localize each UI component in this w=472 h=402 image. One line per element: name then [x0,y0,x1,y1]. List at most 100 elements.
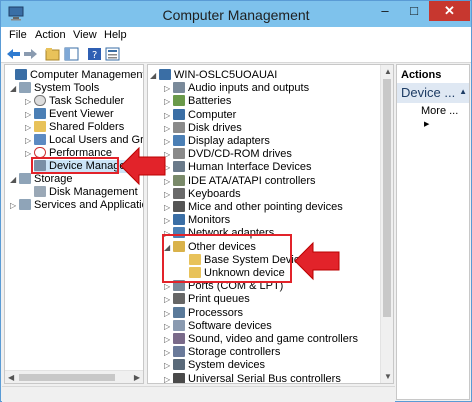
actions-pane: Actions Device ... ▲ More ... ▶ [396,64,470,400]
scroll-down-icon[interactable]: ▼ [384,372,392,381]
computer-icon [159,69,171,80]
expand-arrow-icon[interactable]: ▷ [164,346,173,359]
tree-item-storage[interactable]: ◢ Storage [10,173,73,186]
device-node-mice[interactable]: ▷ Mice and other pointing devices [164,201,343,214]
device-node-monitors[interactable]: ▷ Monitors [164,214,230,227]
actions-header: Actions [397,65,469,83]
device-node-system-devices[interactable]: ▷ System devices [164,359,265,372]
expand-arrow-icon[interactable]: ▷ [164,122,173,135]
tree-label: Computer Management (Loca [30,69,144,81]
device-node-keyboards[interactable]: ▷ Keyboards [164,187,241,201]
battery-icon [173,95,185,107]
collapse-arrow-icon[interactable]: ◢ [10,82,19,95]
title-bar[interactable]: Computer Management – □ ✕ [1,1,471,27]
expand-arrow-icon[interactable]: ▷ [164,307,173,320]
device-node-display-adapters[interactable]: ▷ Display adapters [164,135,270,148]
expand-arrow-icon[interactable]: ▷ [25,121,34,134]
menu-help[interactable]: Help [104,29,127,41]
scroll-thumb[interactable] [383,79,391,317]
tree-item-system-tools[interactable]: ◢ System Tools [10,82,99,95]
expand-arrow-icon[interactable]: ▷ [164,320,173,333]
device-node-dvd-cd-rom[interactable]: ▷ DVD/CD-ROM drives [164,148,292,161]
disk-icon [34,186,46,197]
tree-item-task-scheduler[interactable]: ▷ Task Scheduler [25,95,124,108]
usb-icon [173,372,185,383]
more-actions-link[interactable]: More ... ▶ [421,105,469,129]
tree-item-shared-folders[interactable]: ▷ Shared Folders [25,121,124,134]
tree-item-services-applications[interactable]: ▷ Services and Applications [10,199,143,212]
device-node-root[interactable]: ◢ WIN-OSLC5UOAUAI [150,69,277,82]
disk-drive-icon [173,121,185,133]
tree-label: Shared Folders [49,121,125,133]
tree-item-computer-management[interactable]: Computer Management (Loca [6,69,144,82]
expand-arrow-icon[interactable]: ▷ [164,214,173,227]
device-node-sound-video-game[interactable]: ▷ Sound, video and game controllers [164,333,358,346]
expand-arrow-icon[interactable]: ▷ [164,188,173,201]
device-node-software-devices[interactable]: ▷ Software devices [164,319,272,333]
device-label: Mice and other pointing devices [188,201,343,213]
tree-item-event-viewer[interactable]: ▷ Event Viewer [25,108,114,121]
show-tree-icon[interactable] [64,47,79,61]
actions-section-device-manager[interactable]: Device ... ▲ [397,83,469,103]
minimize-button[interactable]: – [371,1,399,21]
device-node-ide-ata[interactable]: ▷ IDE ATA/ATAPI controllers [164,174,316,188]
expand-arrow-icon[interactable]: ▷ [164,373,173,383]
expand-arrow-icon[interactable]: ▷ [164,95,173,108]
expand-arrow-icon[interactable]: ▷ [25,95,34,108]
help-icon[interactable]: ? [87,47,102,61]
processor-icon [173,306,185,318]
device-node-disk-drives[interactable]: ▷ Disk drives [164,121,242,135]
hid-icon [173,161,185,173]
up-folder-icon[interactable] [45,47,60,61]
forward-arrow-icon[interactable] [23,47,38,61]
submenu-arrow-icon: ▶ [424,121,430,128]
device-label: Computer [188,108,237,121]
device-node-audio[interactable]: ▷ Audio inputs and outputs [164,82,309,95]
menu-view[interactable]: View [73,29,97,41]
expand-arrow-icon[interactable]: ▷ [164,82,173,95]
dvd-drive-icon [173,148,185,160]
menu-action[interactable]: Action [35,29,66,41]
expand-arrow-icon[interactable]: ▷ [164,293,173,306]
expand-arrow-icon[interactable]: ▷ [164,109,173,122]
software-device-icon [173,319,185,331]
tree-item-disk-management[interactable]: Disk Management [34,186,138,199]
expand-arrow-icon[interactable]: ▷ [164,201,173,214]
tools-icon [19,82,31,93]
device-node-storage-controllers[interactable]: ▷ Storage controllers [164,346,280,359]
expand-arrow-icon[interactable]: ▷ [25,108,34,121]
services-icon [19,199,31,210]
tree-label: Event Viewer [49,108,114,120]
actions-section-label: Device ... [401,85,456,100]
back-arrow-icon[interactable] [6,47,21,61]
close-button[interactable]: ✕ [429,1,470,21]
properties-icon[interactable] [105,47,120,61]
scroll-right-icon[interactable]: ▶ [134,373,140,382]
device-node-usb-controllers[interactable]: ▷ Universal Serial Bus controllers [164,372,341,383]
device-label: Audio inputs and outputs [188,82,310,95]
device-node-processors[interactable]: ▷ Processors [164,306,243,320]
system-device-icon [173,359,185,371]
printer-icon [173,293,185,305]
menu-file[interactable]: File [9,29,27,41]
tree-label: Services and Applications [34,199,143,211]
device-node-computer[interactable]: ▷ Computer [164,108,237,122]
device-node-hid[interactable]: ▷ Human Interface Devices [164,161,312,174]
scroll-left-icon[interactable]: ◀ [8,373,14,382]
expand-arrow-icon[interactable]: ▷ [25,134,34,147]
expand-arrow-icon[interactable]: ▷ [164,359,173,372]
collapse-arrow-icon[interactable]: ◢ [150,69,159,82]
device-label: Disk drives [188,121,242,134]
device-node-print-queues[interactable]: ▷ Print queues [164,293,250,306]
scroll-up-icon[interactable]: ▲ [384,67,392,76]
device-node-batteries[interactable]: ▷ Batteries [164,95,231,108]
sound-icon [173,333,185,344]
horizontal-scrollbar[interactable]: ◀ ▶ [5,370,143,383]
collapse-arrow-icon[interactable]: ◢ [10,173,19,186]
scroll-thumb[interactable] [19,374,115,381]
expand-arrow-icon[interactable]: ▷ [10,199,19,212]
collapse-arrow-icon[interactable]: ▲ [459,87,467,96]
maximize-button[interactable]: □ [400,1,428,21]
vertical-scrollbar[interactable]: ▲ ▼ [380,65,393,383]
expand-arrow-icon[interactable]: ▷ [164,333,173,346]
